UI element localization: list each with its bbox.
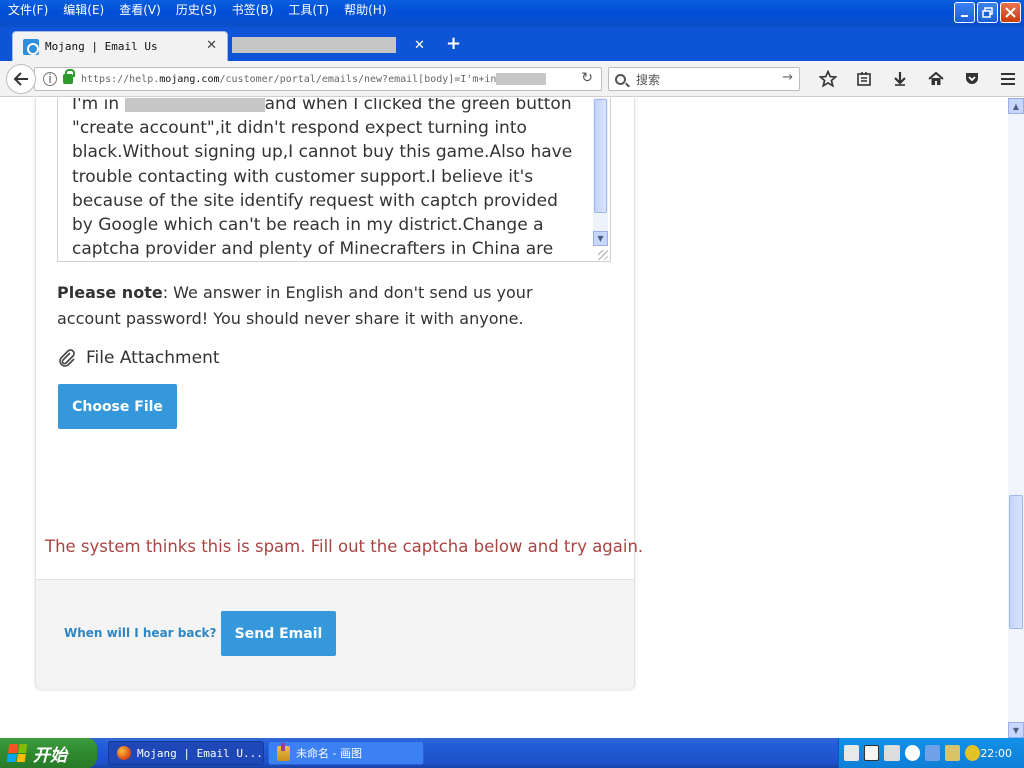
textarea-resize-handle[interactable] [598,250,608,260]
input-method-icon[interactable] [884,745,900,761]
tab-redacted[interactable]: ✕ [232,33,432,57]
system-tray: 22:00 [838,738,1024,768]
redacted-tab-title [232,37,396,53]
windows-logo-icon [6,744,28,762]
page-scrollbar[interactable]: ▲ ▼ [1008,98,1024,738]
lock-icon[interactable] [63,69,75,84]
please-note-text: Please note: We answer in English and do… [57,283,533,328]
firefox-icon [117,746,131,760]
back-arrow-icon [13,72,28,86]
home-icon[interactable] [918,68,954,90]
menu-view[interactable]: 查看(V) [111,0,168,20]
window-controls [954,2,1021,23]
window-titlebar: 文件(F) 编辑(E) 查看(V) 历史(S) 书签(B) 工具(T) 帮助(H… [0,0,1024,27]
minimize-button[interactable] [954,2,975,23]
attachment-label-text: File Attachment [86,348,220,368]
close-icon [1005,7,1016,18]
textarea-scrollbar[interactable]: ▼ [593,98,608,246]
scroll-up-icon[interactable]: ▲ [1008,98,1024,114]
tab-close-icon[interactable]: ✕ [414,38,425,53]
start-label: 开始 [33,745,67,766]
paint-icon [277,742,290,761]
search-go-icon[interactable]: → [782,70,793,85]
restore-button[interactable] [977,2,998,23]
new-tab-button[interactable]: + [446,33,461,54]
keyboard-icon[interactable] [844,745,860,761]
file-attachment-label: File Attachment [57,348,220,368]
info-icon[interactable]: i [43,72,57,86]
page-scroll-thumb[interactable] [1009,495,1023,629]
taskbar-item-label: 未命名 - 画图 [296,747,362,760]
menu-edit[interactable]: 编辑(E) [55,0,111,20]
paperclip-icon [59,349,75,367]
taskbar-item-label: Mojang | Email U... [137,746,263,760]
spam-error-message: The system thinks this is spam. Fill out… [45,537,644,556]
bookmark-star-icon[interactable] [810,68,846,90]
network-icon[interactable] [924,745,940,761]
tab-mojang-email[interactable]: Mojang | Email Us ✕ [12,31,228,61]
scroll-down-icon[interactable]: ▼ [1008,722,1024,738]
clock: 22:00 [980,746,1013,760]
start-button[interactable]: 开始 [0,738,97,768]
minimize-icon [960,14,968,17]
download-icon[interactable] [882,68,918,90]
hear-back-link[interactable]: When will I hear back? [64,626,217,640]
mojang-favicon-icon [23,38,39,55]
close-window-button[interactable] [1000,2,1021,23]
reload-icon[interactable]: ↻ [581,70,593,86]
search-icon [615,73,626,85]
message-body-textarea[interactable]: I'm in and when I clicked the green butt… [57,98,611,262]
taskbar-item-paint[interactable]: 未命名 - 画图 [268,741,424,765]
menu-bookmarks[interactable]: 书签(B) [224,0,281,20]
url-bar[interactable]: i https://help.mojang.com/customer/porta… [34,67,602,91]
search-input[interactable]: 搜索 [636,71,660,88]
chevron-left-icon[interactable] [904,745,920,761]
reading-list-icon[interactable] [846,68,882,90]
help-icon[interactable] [864,745,880,761]
menu-help[interactable]: 帮助(H) [336,0,393,20]
hamburger-menu-icon[interactable] [990,68,1024,90]
menu-tools[interactable]: 工具(T) [280,0,336,20]
textarea-scroll-down-icon[interactable]: ▼ [593,231,608,246]
search-bar[interactable]: 搜索 → [608,67,800,91]
navigation-bar: i https://help.mojang.com/customer/porta… [0,61,1024,97]
toolbar-icons [810,68,1024,90]
update-icon[interactable] [965,745,981,761]
taskbar-item-firefox[interactable]: Mojang | Email U... [108,741,264,765]
menu-bar: 文件(F) 编辑(E) 查看(V) 历史(S) 书签(B) 工具(T) 帮助(H… [0,0,394,20]
restore-icon [982,7,993,18]
url-text[interactable]: https://help.mojang.com/customer/portal/… [81,73,547,85]
taskbar: 开始 Mojang | Email U... 未命名 - 画图 22:00 [0,738,1024,768]
back-button[interactable] [6,64,36,94]
choose-file-button[interactable]: Choose File [58,384,177,429]
tab-title: Mojang | Email Us [45,40,158,53]
security-shield-icon[interactable] [944,745,961,761]
pocket-icon[interactable] [954,68,990,90]
tab-strip: Mojang | Email Us ✕ ✕ + [0,27,1024,61]
url-redacted [496,73,547,85]
send-email-button[interactable]: Send Email [221,611,336,656]
menu-file[interactable]: 文件(F) [0,0,55,20]
page-content: I'm in and when I clicked the green butt… [0,98,1008,738]
message-body-text[interactable]: I'm in and when I clicked the green butt… [72,98,582,261]
redacted-location [124,98,265,112]
textarea-scroll-thumb[interactable] [594,99,607,213]
menu-history[interactable]: 历史(S) [168,0,224,20]
tab-close-icon[interactable]: ✕ [206,38,217,53]
